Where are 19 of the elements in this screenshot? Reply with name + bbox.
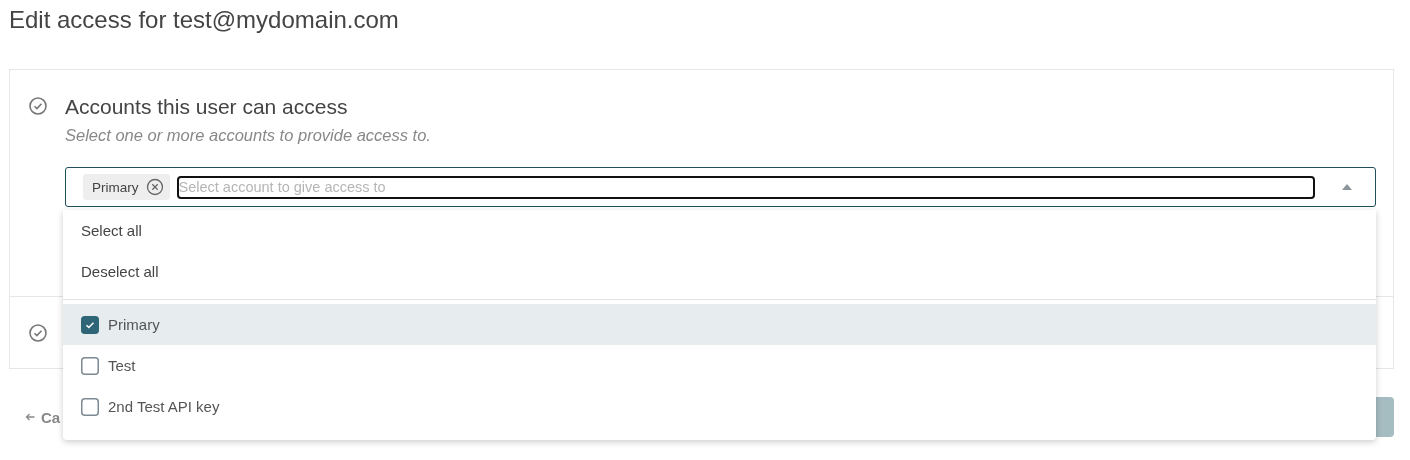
checkbox[interactable] — [81, 356, 99, 375]
account-select[interactable]: Primary Select account to give access to — [65, 167, 1376, 207]
section-hint: Select one or more accounts to provide access to. — [65, 126, 432, 145]
page-title: Edit access for test@mydomain.com — [8, 5, 400, 35]
search-field[interactable]: Select account to give access to — [176, 175, 1315, 199]
account-option[interactable]: Primary — [63, 304, 1376, 345]
remove-icon[interactable] — [145, 178, 164, 196]
arrow-left-icon — [25, 413, 35, 421]
account-chip[interactable]: Primary — [83, 174, 170, 200]
cancel-link[interactable]: Ca — [25, 408, 61, 426]
submit-button[interactable] — [1374, 397, 1394, 437]
checkbox[interactable] — [81, 315, 99, 334]
section-heading: Accounts this user can access — [65, 95, 349, 119]
menu-action[interactable]: Deselect all — [81, 263, 159, 280]
menu-action[interactable]: Select all — [81, 222, 142, 239]
caret-up-icon[interactable] — [1342, 184, 1352, 190]
account-option[interactable]: Test — [63, 345, 1376, 386]
account-option[interactable]: 2nd Test API key — [63, 386, 1376, 427]
checkbox[interactable] — [81, 397, 99, 416]
